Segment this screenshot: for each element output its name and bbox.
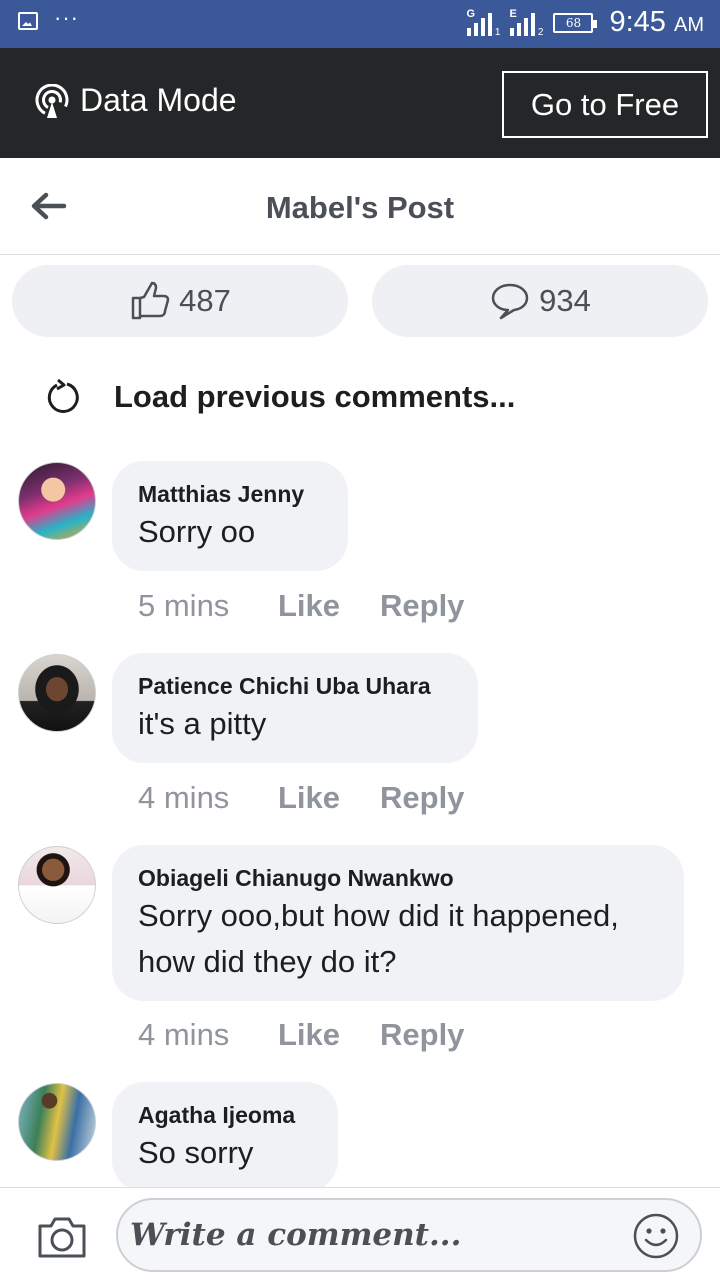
comment-input[interactable] [130, 1210, 630, 1260]
refresh-icon [47, 378, 79, 413]
sim1-network-type: G [466, 7, 476, 20]
comment-composer [0, 1187, 720, 1280]
avatar[interactable] [18, 654, 96, 732]
notification-icons: ··· [18, 5, 79, 30]
sim1-slot: 1 [494, 26, 501, 38]
comment-time: 5 mins [138, 588, 230, 623]
likes-count: 487 [179, 283, 231, 318]
avatar[interactable] [18, 1083, 96, 1161]
comment-input-box[interactable] [116, 1198, 702, 1272]
reply-link[interactable]: Reply [380, 780, 464, 816]
signal-sim2-icon: E 2 [509, 7, 544, 38]
emoji-icon[interactable] [632, 1212, 680, 1260]
clock-ampm: AM [674, 14, 704, 36]
reply-link[interactable]: Reply [380, 1017, 464, 1053]
comment-author[interactable]: Obiageli Chianugo Nwankwo [138, 863, 658, 893]
comment-actions: 4 mins Like Reply [138, 780, 464, 816]
comment-author[interactable]: Patience Chichi Uba Uhara [138, 671, 452, 701]
like-link[interactable]: Like [278, 780, 380, 816]
comment-text: Sorry oo [138, 514, 256, 549]
sim2-slot: 2 [537, 26, 544, 38]
comment-bubble: Obiageli Chianugo Nwankwo Sorry ooo,but … [112, 845, 684, 1001]
status-bar: ··· G 1 E 2 68 9:45 AM [0, 0, 720, 48]
avatar[interactable] [18, 846, 96, 924]
comment-time: 4 mins [138, 1017, 230, 1052]
thumbs-up-icon [131, 281, 170, 320]
system-icons: G 1 E 2 68 9:45 AM [466, 6, 704, 39]
comment-author[interactable]: Agatha Ijeoma [138, 1100, 312, 1130]
data-mode-bar: Data Mode Go to Free [0, 48, 720, 158]
reply-link[interactable]: Reply [380, 588, 464, 624]
comment-author[interactable]: Matthias Jenny [138, 479, 322, 509]
data-mode-label: Data Mode [80, 82, 237, 118]
comment-bubble: Agatha Ijeoma So sorry [112, 1082, 338, 1192]
battery-level: 68 [565, 15, 582, 30]
comment-actions: 4 mins Like Reply [138, 1017, 464, 1053]
image-icon [18, 12, 38, 30]
comment-actions: 5 mins Like Reply [138, 588, 464, 624]
comments-count: 934 [539, 283, 591, 318]
comment-time: 4 mins [138, 780, 230, 815]
like-link[interactable]: Like [278, 1017, 380, 1053]
broadcast-icon [35, 84, 69, 118]
comments-button[interactable]: 934 [372, 265, 708, 337]
page-title: Mabel's Post [265, 190, 455, 225]
signal-sim1-icon: G 1 [466, 7, 501, 38]
more-dots-icon: ··· [54, 5, 79, 30]
like-link[interactable]: Like [278, 588, 380, 624]
post-header: Mabel's Post [0, 158, 720, 255]
load-previous-label: Load previous comments... [114, 379, 516, 414]
load-previous-comments[interactable]: Load previous comments... [44, 378, 515, 416]
avatar[interactable] [18, 462, 96, 540]
comment-text: So sorry [138, 1135, 254, 1170]
clock-time: 9:45 [609, 6, 666, 38]
camera-icon[interactable] [36, 1214, 88, 1260]
likes-button[interactable]: 487 [12, 265, 348, 337]
comment-text: Sorry ooo,but how did it happened, how d… [138, 898, 619, 979]
sim2-network-type: E [509, 7, 517, 20]
battery-icon: 68 [553, 12, 598, 33]
comment-text: it's a pitty [138, 706, 267, 741]
comment-bubble: Patience Chichi Uba Uhara it's a pitty [112, 653, 478, 763]
comment-bubble-icon [491, 283, 529, 320]
clock: 9:45 AM [609, 6, 704, 39]
comment-bubble: Matthias Jenny Sorry oo [112, 461, 348, 571]
go-to-free-button[interactable]: Go to Free [502, 71, 708, 138]
